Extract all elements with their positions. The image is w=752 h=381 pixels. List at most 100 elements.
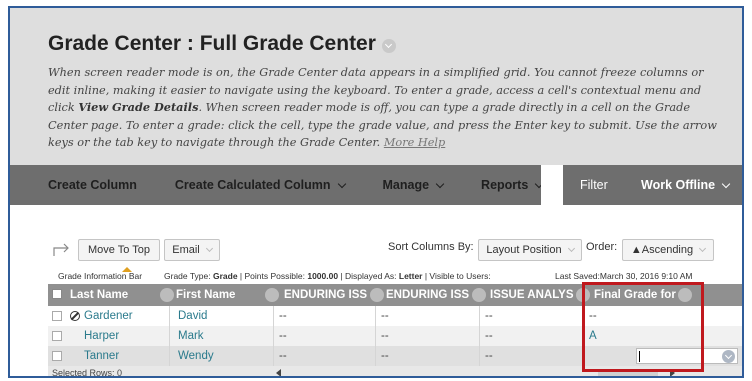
grade-value: -- bbox=[381, 350, 389, 362]
create-column-label: Create Column bbox=[48, 178, 137, 192]
email-menu-button[interactable]: Email bbox=[164, 239, 220, 261]
student-first-name[interactable]: Mark bbox=[178, 330, 204, 342]
horizontal-scrollbar[interactable] bbox=[598, 369, 658, 376]
column-header-enduring-1[interactable]: ENDURING ISS bbox=[284, 284, 370, 306]
grade-cell[interactable]: -- bbox=[376, 306, 480, 326]
chevron-down-icon bbox=[699, 244, 707, 253]
column-header-label: ENDURING ISS bbox=[284, 289, 368, 301]
more-help-link[interactable]: More Help bbox=[384, 136, 445, 149]
table-row: Harper Mark -- -- -- A bbox=[48, 326, 742, 346]
grade-value: -- bbox=[279, 310, 287, 322]
work-offline-menu[interactable]: Work Offline bbox=[603, 165, 731, 205]
displayed-label: | Displayed As: bbox=[338, 271, 399, 281]
column-header-first-name[interactable]: First Name bbox=[176, 284, 266, 306]
grade-cell[interactable]: -- bbox=[376, 346, 480, 366]
create-calculated-column-label: Create Calculated Column bbox=[174, 178, 331, 192]
student-last-name[interactable]: Harper bbox=[84, 330, 119, 342]
last-name-cell[interactable]: Gardener bbox=[68, 306, 170, 326]
column-menu-chevron-icon[interactable] bbox=[370, 288, 384, 302]
move-arrow-icon bbox=[53, 243, 69, 256]
grade-type-label: Grade Type: bbox=[164, 271, 213, 281]
final-grade-cell[interactable]: -- bbox=[584, 306, 696, 326]
sort-columns-select[interactable]: Layout Position bbox=[478, 239, 582, 261]
points-value: 1000.00 bbox=[307, 271, 339, 281]
column-menu-chevron-icon[interactable] bbox=[265, 288, 279, 302]
student-last-name[interactable]: Gardener bbox=[84, 310, 133, 322]
grid-header-row: Last Name First Name ENDURING ISS ENDURI… bbox=[48, 284, 742, 306]
column-header-enduring-2[interactable]: ENDURING ISS bbox=[386, 284, 472, 306]
move-to-top-label: Move To Top bbox=[88, 244, 150, 256]
column-menu-chevron-icon[interactable] bbox=[160, 288, 174, 302]
first-name-cell[interactable]: David bbox=[170, 306, 274, 326]
scroll-left-icon[interactable] bbox=[276, 369, 281, 376]
page-title: Grade Center : Full Grade Center bbox=[48, 32, 742, 56]
grade-cell[interactable]: -- bbox=[274, 326, 376, 346]
filter-button[interactable]: Filter bbox=[542, 165, 608, 205]
column-header-label: ISSUE ANALYS bbox=[490, 289, 574, 301]
row-checkbox[interactable] bbox=[52, 351, 62, 361]
order-select[interactable]: ▲Ascending bbox=[622, 239, 714, 261]
visible-label: | Visible to Users: bbox=[422, 271, 491, 281]
grade-cell[interactable]: -- bbox=[480, 326, 584, 346]
row-checkbox[interactable] bbox=[52, 331, 62, 341]
row-checkbox[interactable] bbox=[52, 311, 62, 321]
text-cursor bbox=[639, 351, 640, 362]
first-name-cell[interactable]: Wendy bbox=[170, 346, 274, 366]
help-text: When screen reader mode is on, the Grade… bbox=[48, 64, 724, 152]
grade-information-bar: Grade Information Bar Grade Type: Grade … bbox=[10, 267, 742, 284]
page-title-text: Grade Center : Full Grade Center bbox=[48, 32, 376, 55]
help-bold: View Grade Details bbox=[78, 100, 199, 114]
last-saved: Last Saved:March 30, 2016 9:10 AM bbox=[555, 271, 693, 281]
page-header: Grade Center : Full Grade Center When sc… bbox=[10, 8, 742, 165]
column-menu-chevron-icon[interactable] bbox=[472, 288, 486, 302]
student-last-name[interactable]: Tanner bbox=[84, 350, 119, 362]
info-bar-label[interactable]: Grade Information Bar bbox=[58, 271, 142, 281]
grade-value: -- bbox=[279, 350, 287, 362]
action-bar: Create Column Create Calculated Column M… bbox=[10, 165, 742, 205]
grade-cell[interactable]: -- bbox=[480, 346, 584, 366]
column-header-issue-analysis[interactable]: ISSUE ANALYS bbox=[490, 284, 576, 306]
column-header-last-name[interactable]: Last Name bbox=[70, 284, 166, 306]
grade-cell[interactable]: -- bbox=[274, 306, 376, 326]
select-all-checkbox[interactable] bbox=[52, 289, 62, 299]
last-name-cell[interactable]: Tanner bbox=[68, 346, 170, 366]
reports-menu[interactable]: Reports bbox=[443, 165, 544, 205]
chevron-down-icon[interactable] bbox=[722, 350, 735, 363]
chevron-down-icon bbox=[205, 244, 213, 253]
student-first-name[interactable]: David bbox=[178, 310, 207, 322]
final-grade-cell[interactable]: A bbox=[584, 326, 696, 346]
manage-menu[interactable]: Manage bbox=[345, 165, 445, 205]
scroll-right-icon[interactable] bbox=[670, 369, 675, 376]
sort-value: Layout Position bbox=[486, 244, 562, 256]
final-grade-value: A bbox=[589, 330, 597, 342]
grid-toolbar: Move To Top Email Sort Columns By: Layou… bbox=[10, 205, 742, 267]
final-grade-value: -- bbox=[589, 310, 597, 322]
create-column-button[interactable]: Create Column bbox=[10, 165, 137, 205]
grade-cell[interactable]: -- bbox=[480, 306, 584, 326]
chevron-down-icon bbox=[567, 244, 575, 253]
grade-value: -- bbox=[279, 330, 287, 342]
column-menu-chevron-icon[interactable] bbox=[678, 288, 692, 302]
grade-value: -- bbox=[485, 310, 493, 322]
column-menu-chevron-icon[interactable] bbox=[576, 288, 590, 302]
chevron-down-icon bbox=[721, 179, 731, 188]
grade-cell[interactable]: -- bbox=[376, 326, 480, 346]
column-header-final-grade[interactable]: Final Grade for bbox=[594, 284, 686, 306]
displayed-value: Letter bbox=[398, 271, 423, 281]
grade-value: -- bbox=[485, 350, 493, 362]
table-row: Tanner Wendy -- -- -- bbox=[48, 346, 742, 366]
column-header-label: First Name bbox=[176, 289, 236, 301]
student-first-name[interactable]: Wendy bbox=[178, 350, 214, 362]
final-grade-input[interactable] bbox=[636, 348, 738, 364]
grade-value: -- bbox=[485, 330, 493, 342]
reports-label: Reports bbox=[481, 178, 529, 192]
title-menu-chevron-icon[interactable] bbox=[381, 39, 396, 53]
last-name-cell[interactable]: Harper bbox=[68, 326, 170, 346]
first-name-cell[interactable]: Mark bbox=[170, 326, 274, 346]
work-offline-label: Work Offline bbox=[641, 178, 716, 192]
column-header-label: Last Name bbox=[70, 289, 129, 301]
grade-cell[interactable]: -- bbox=[274, 346, 376, 366]
column-header-label: ENDURING ISS bbox=[386, 289, 470, 301]
move-to-top-button[interactable]: Move To Top bbox=[78, 239, 160, 261]
create-calculated-column-menu[interactable]: Create Calculated Column bbox=[137, 165, 346, 205]
